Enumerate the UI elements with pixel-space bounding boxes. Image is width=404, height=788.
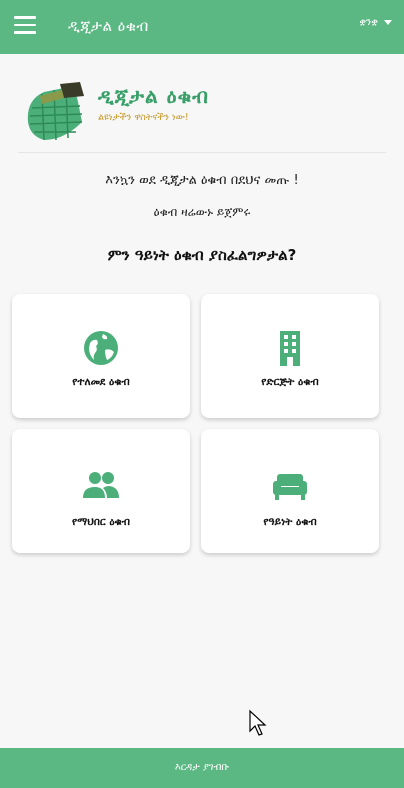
basket-logo-icon: [27, 82, 84, 141]
help-button[interactable]: እርዳታ ያገብቡ: [0, 748, 404, 788]
card-organization-equb[interactable]: የድርጅት ዕቁብ: [201, 294, 379, 418]
app-title: ዲጂታል ዕቁብ: [68, 17, 149, 35]
app-bar: ዲጂታል ዕቁብ ቋንቋ: [0, 0, 404, 54]
chevron-down-icon: [384, 20, 392, 25]
brand-header: ዲጂታል ዕቁብ ልዩነታችን ዋስትናችን ነው!: [18, 72, 386, 156]
card-regular-equb[interactable]: የተለመደ ዕቁብ: [12, 294, 190, 418]
hamburger-menu-icon[interactable]: [14, 16, 36, 34]
card-association-equb[interactable]: የማህበር ዕቁብ: [12, 429, 190, 553]
brand-name: ዲጂታል ዕቁብ: [98, 84, 210, 108]
language-selector[interactable]: ቋንቋ: [359, 17, 392, 28]
card-label: የተለመደ ዕቁብ: [72, 376, 130, 388]
building-icon: [280, 331, 300, 366]
card-label: የዓይነት ዕቁብ: [263, 516, 317, 528]
group-icon: [83, 472, 119, 498]
type-question: ምን ዓይነት ዕቁብ ያስፈልግዎታል?: [107, 246, 297, 264]
mouse-pointer-icon: [249, 709, 267, 736]
welcome-text: እንኳን ወደ ዲጂታል ዕቁብ በደህና መጡ !: [105, 173, 299, 188]
card-in-kind-equb[interactable]: የዓይነት ዕቁብ: [201, 429, 379, 553]
card-label: የድርጅት ዕቁብ: [261, 376, 319, 388]
brand-tagline: ልዩነታችን ዋስትናችን ነው!: [98, 112, 189, 123]
start-today-text: ዕቁብ ዛሬውኑ ይጀምሩ: [153, 205, 251, 219]
divider: [18, 152, 386, 153]
card-label: የማህበር ዕቁብ: [71, 516, 131, 528]
sofa-icon: [273, 474, 307, 500]
globe-icon: [84, 331, 118, 365]
language-label: ቋንቋ: [359, 17, 378, 28]
